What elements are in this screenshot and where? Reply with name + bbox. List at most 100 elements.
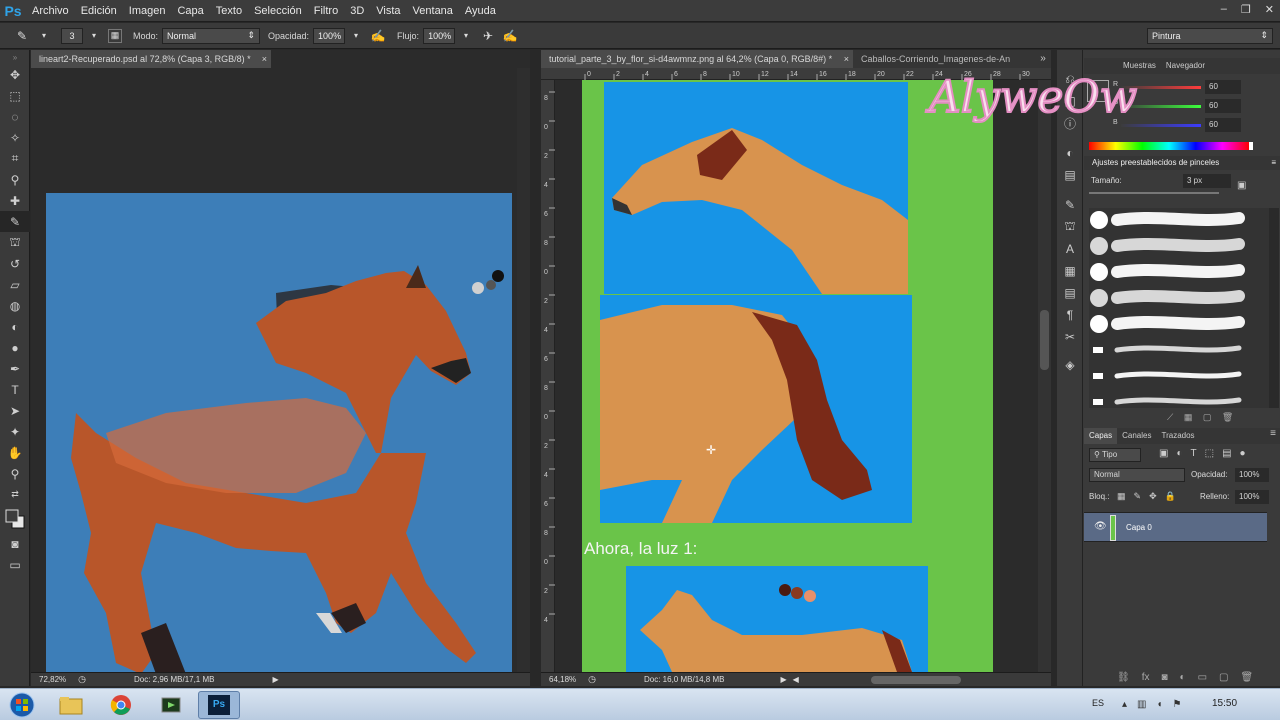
filter-toggle-icon[interactable]: ● [1240,448,1246,462]
doc1-status-icon[interactable]: ◷ [78,674,86,685]
brush-tip-preview[interactable] [1090,289,1108,307]
scroll-thumb-h[interactable] [870,675,961,684]
g-value-input[interactable]: 60 [1205,99,1241,113]
new-layer-icon[interactable]: ▢ [1219,672,1228,686]
healing-brush-tool-icon[interactable]: ✚ [0,190,30,211]
scroll-thumb-v[interactable] [1040,310,1049,370]
new-group-icon[interactable]: ▭ [1198,672,1207,686]
layer-name[interactable]: Capa 0 [1126,523,1152,532]
menu-archivo[interactable]: Archivo [26,0,75,22]
doc1-canvas[interactable] [46,193,512,674]
new-preset-icon[interactable]: ▣ [1237,180,1251,194]
tab-trazados[interactable]: Trazados [1156,428,1199,444]
dodge-tool-icon[interactable]: ● [0,337,30,358]
hand-tool-icon[interactable]: ✋ [0,442,30,463]
b-value-input[interactable]: 60 [1205,118,1241,132]
airbrush-icon[interactable]: ✈ [480,28,496,44]
blend-mode-select[interactable]: Normal [1089,468,1185,482]
r-value-input[interactable]: 60 [1205,80,1241,94]
tab-navegador[interactable]: Navegador [1161,58,1210,74]
taskbar-chrome[interactable] [100,691,142,719]
quick-mask-icon[interactable]: ◙ [0,533,30,554]
doc2-canvas[interactable]: Ahora, la luz 1: ✛ [582,80,993,672]
clone-stamp-tool-icon[interactable]: ⛫ [0,232,30,253]
brush-panel-icon[interactable]: ✎ [1057,194,1083,216]
toolbar-grip-icon[interactable]: » [0,50,30,64]
chevron-down-icon[interactable]: ▾ [86,28,102,44]
magic-wand-tool-icon[interactable]: ✧ [0,127,30,148]
path-selection-tool-icon[interactable]: ➤ [0,400,30,421]
chevron-down-icon[interactable]: ▾ [458,28,474,44]
flow-input[interactable]: 100% [423,27,456,44]
doc1-scrollbar[interactable] [517,68,530,672]
trash-icon[interactable]: 🗑 [1222,412,1233,422]
tray-arrow-icon[interactable]: ▴ [1122,699,1127,710]
grid-icon[interactable]: ▦ [1184,412,1193,422]
play-arrow-icon[interactable]: ▶ [272,675,278,684]
move-tool-icon[interactable]: ✥ [0,64,30,85]
menu-ventana[interactable]: Ventana [407,0,459,22]
doc2-status-icon[interactable]: ◷ [588,674,596,685]
filter-shape-icon[interactable]: ⬚ [1205,448,1214,462]
panel-menu-icon[interactable]: ≡ [1271,156,1276,170]
lock-position-icon[interactable]: ✥ [1149,491,1157,502]
crop-tool-icon[interactable]: ⌗ [0,148,30,169]
taskbar-photoshop[interactable]: Ps [198,691,240,719]
tray-network-icon[interactable]: ▥ [1137,699,1146,710]
brush-tool-icon[interactable]: ✎ [14,28,30,44]
tray-flag-icon[interactable]: ⚑ [1173,699,1182,710]
menu-ayuda[interactable]: Ayuda [459,0,502,22]
tray-volume-icon[interactable]: ◖ [1156,699,1162,710]
tools-panel-icon[interactable]: ✂ [1057,326,1083,348]
brush-stroke-preview[interactable] [1114,397,1242,405]
close-button[interactable]: ✕ [1265,3,1274,16]
zoom-tool-icon[interactable]: ⚲ [0,463,30,484]
marquee-tool-icon[interactable]: ⬚ [0,85,30,106]
brush-tip-preview[interactable] [1090,263,1108,281]
layer-style-icon[interactable]: fx [1142,672,1150,686]
doc1-tab[interactable]: lineart2-Recuperado.psd al 72,8% (Capa 3… [31,50,271,68]
menu-capa[interactable]: Capa [171,0,209,22]
eraser-tool-icon[interactable]: ▱ [0,274,30,295]
trash-icon[interactable]: 🗑 [1240,672,1253,686]
pen-tool-icon[interactable]: ✒ [0,358,30,379]
clone-source-panel-icon[interactable]: ⛫ [1057,216,1083,238]
menu-vista[interactable]: Vista [370,0,406,22]
paragraph-mark-icon[interactable]: ¶ [1057,304,1083,326]
taskbar-media[interactable] [150,691,192,719]
paint-bucket-tool-icon[interactable]: ◍ [0,295,30,316]
layer-opacity-input[interactable]: 100% [1235,468,1269,482]
chevron-down-icon[interactable]: ▾ [36,28,52,44]
brush-stroke-preview[interactable] [1114,345,1242,353]
layer-kind-filter[interactable]: ⚲ Tipo [1089,448,1141,462]
filter-pixel-icon[interactable]: ▣ [1159,448,1168,462]
character-panel-icon[interactable]: A [1057,238,1083,260]
layer-mask-icon[interactable]: ◙ [1161,672,1167,686]
opacity-input[interactable]: 100% [313,27,346,44]
brush-stroke-preview[interactable] [1111,290,1245,304]
brush-stroke-preview[interactable] [1111,264,1245,278]
adjustment-layer-icon[interactable]: ◐ [1180,672,1186,686]
clock[interactable]: 15:50 [1212,698,1237,709]
lock-transparent-icon[interactable]: ▦ [1117,491,1126,502]
menu-3d[interactable]: 3D [344,0,370,22]
panel-menu-icon[interactable]: ≡ [1270,428,1280,444]
scroll-left-icon[interactable]: ◀ [793,675,799,684]
lasso-tool-icon[interactable]: ◌ [0,106,30,127]
lock-image-icon[interactable]: ✎ [1134,491,1142,502]
brush-presets-list[interactable] [1089,208,1273,408]
new-brush-icon[interactable]: ▢ [1203,412,1212,422]
start-button[interactable] [0,691,44,719]
layer-row[interactable]: 👁 Capa 0 [1084,512,1267,542]
menu-seleccion[interactable]: Selección [248,0,308,22]
brush-tip-preview[interactable] [1090,237,1108,255]
tab-canales[interactable]: Canales [1117,428,1156,444]
doc2-zoom[interactable]: 64,18% [549,675,576,684]
minimize-button[interactable]: – [1221,3,1227,16]
brush-size-input[interactable]: 3 px [1183,174,1231,188]
shape-tool-icon[interactable]: ✦ [0,421,30,442]
brush-list-scrollbar[interactable] [1269,208,1279,408]
doc2-tab-active[interactable]: tutorial_parte_3_by_flor_si-d4awmnz.png … [541,50,853,68]
link-layers-icon[interactable]: ⛓ [1117,672,1130,686]
brush-stroke-preview[interactable] [1114,371,1242,379]
